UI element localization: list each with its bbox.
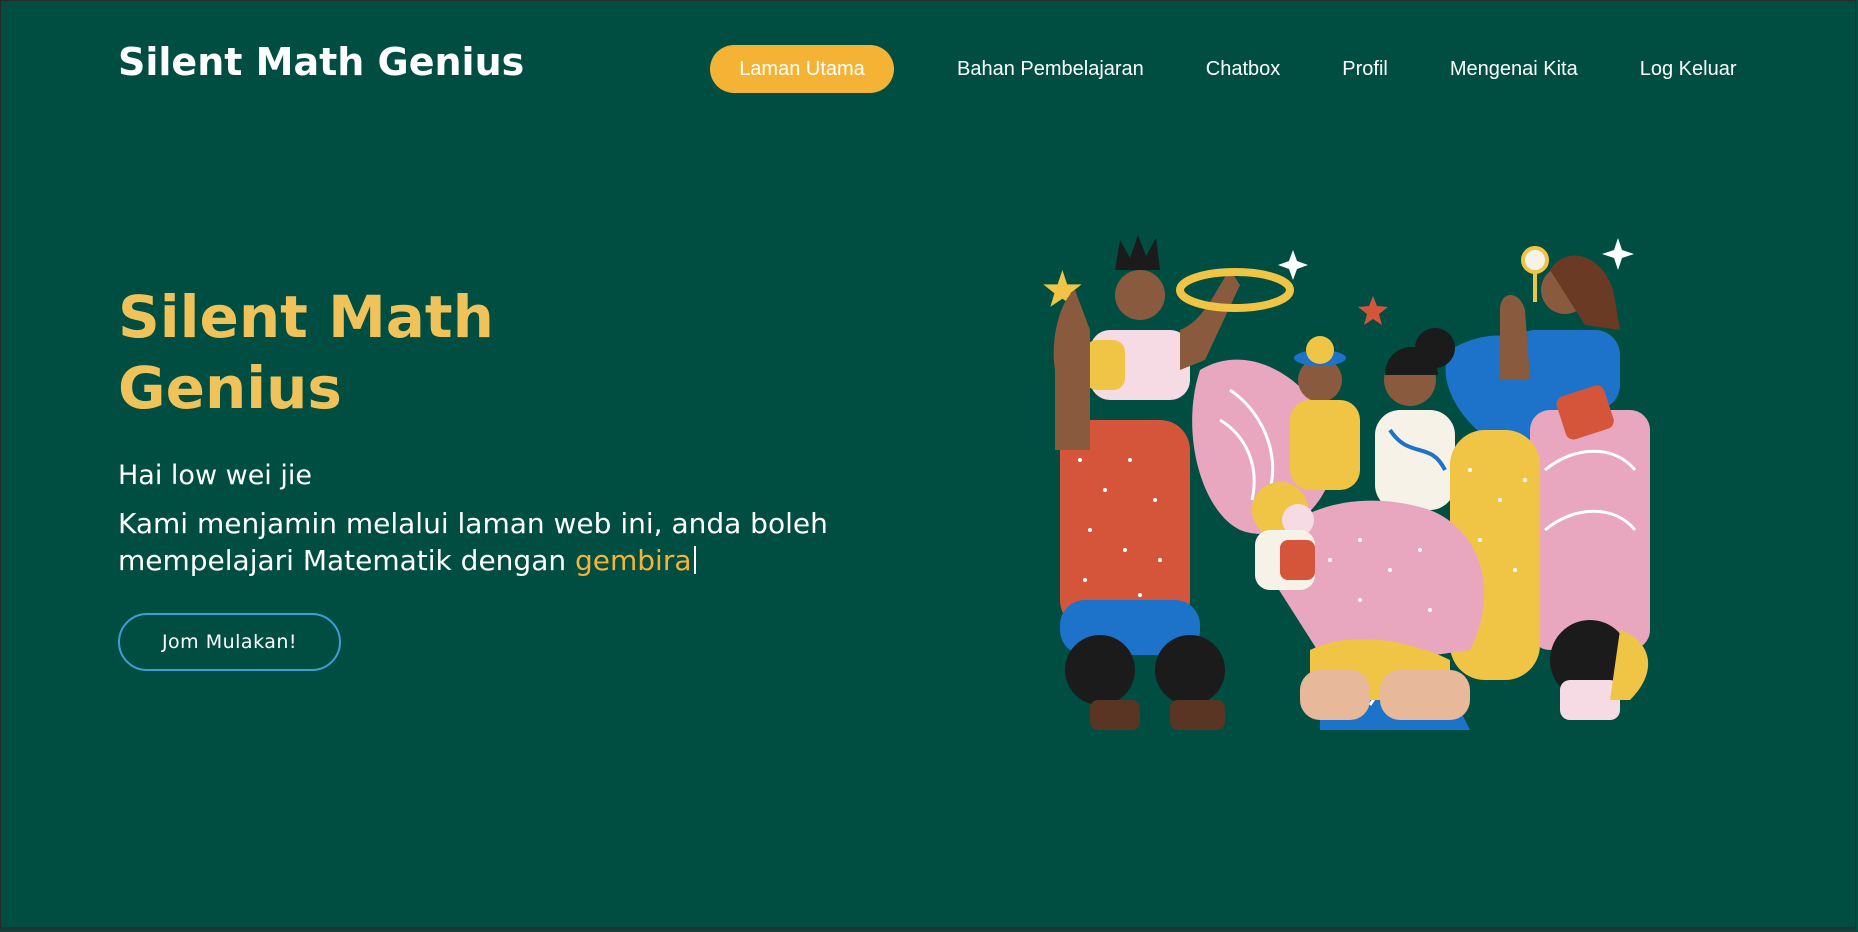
sparkle-icon [1278, 250, 1308, 280]
nav-item-chatbox[interactable]: Chatbox [1206, 58, 1281, 81]
nav-item-bahan-pembelajaran[interactable]: Bahan Pembelajaran [957, 58, 1144, 81]
user-greeting: Hai low wei jie [118, 460, 313, 491]
hero-title-line-1: Silent Math [118, 283, 494, 351]
tagline-highlight: gembira [575, 544, 692, 577]
hero-tagline: Kami menjamin melalui laman web ini, and… [118, 505, 858, 579]
nav-item-laman-utama[interactable]: Laman Utama [710, 45, 894, 93]
sparkle-icon [1602, 238, 1634, 270]
nav-item-profil[interactable]: Profil [1342, 58, 1388, 81]
hero-title-line-2: Genius [118, 354, 342, 422]
get-started-button[interactable]: Jom Mulakan! [118, 613, 341, 671]
star-icon [1358, 296, 1388, 325]
main-nav: Laman Utama Bahan Pembelajaran Chatbox P… [710, 45, 1737, 93]
nav-item-mengenai-kita[interactable]: Mengenai Kita [1450, 58, 1578, 81]
group-of-people-celebrating-illustration [1043, 235, 1650, 730]
nav-item-log-keluar[interactable]: Log Keluar [1640, 58, 1737, 81]
hero-title: Silent Math Genius [118, 282, 598, 424]
tagline-text: Kami menjamin melalui laman web ini, and… [118, 507, 828, 577]
brand-logo[interactable]: Silent Math Genius [118, 40, 524, 84]
typing-caret [693, 546, 696, 574]
